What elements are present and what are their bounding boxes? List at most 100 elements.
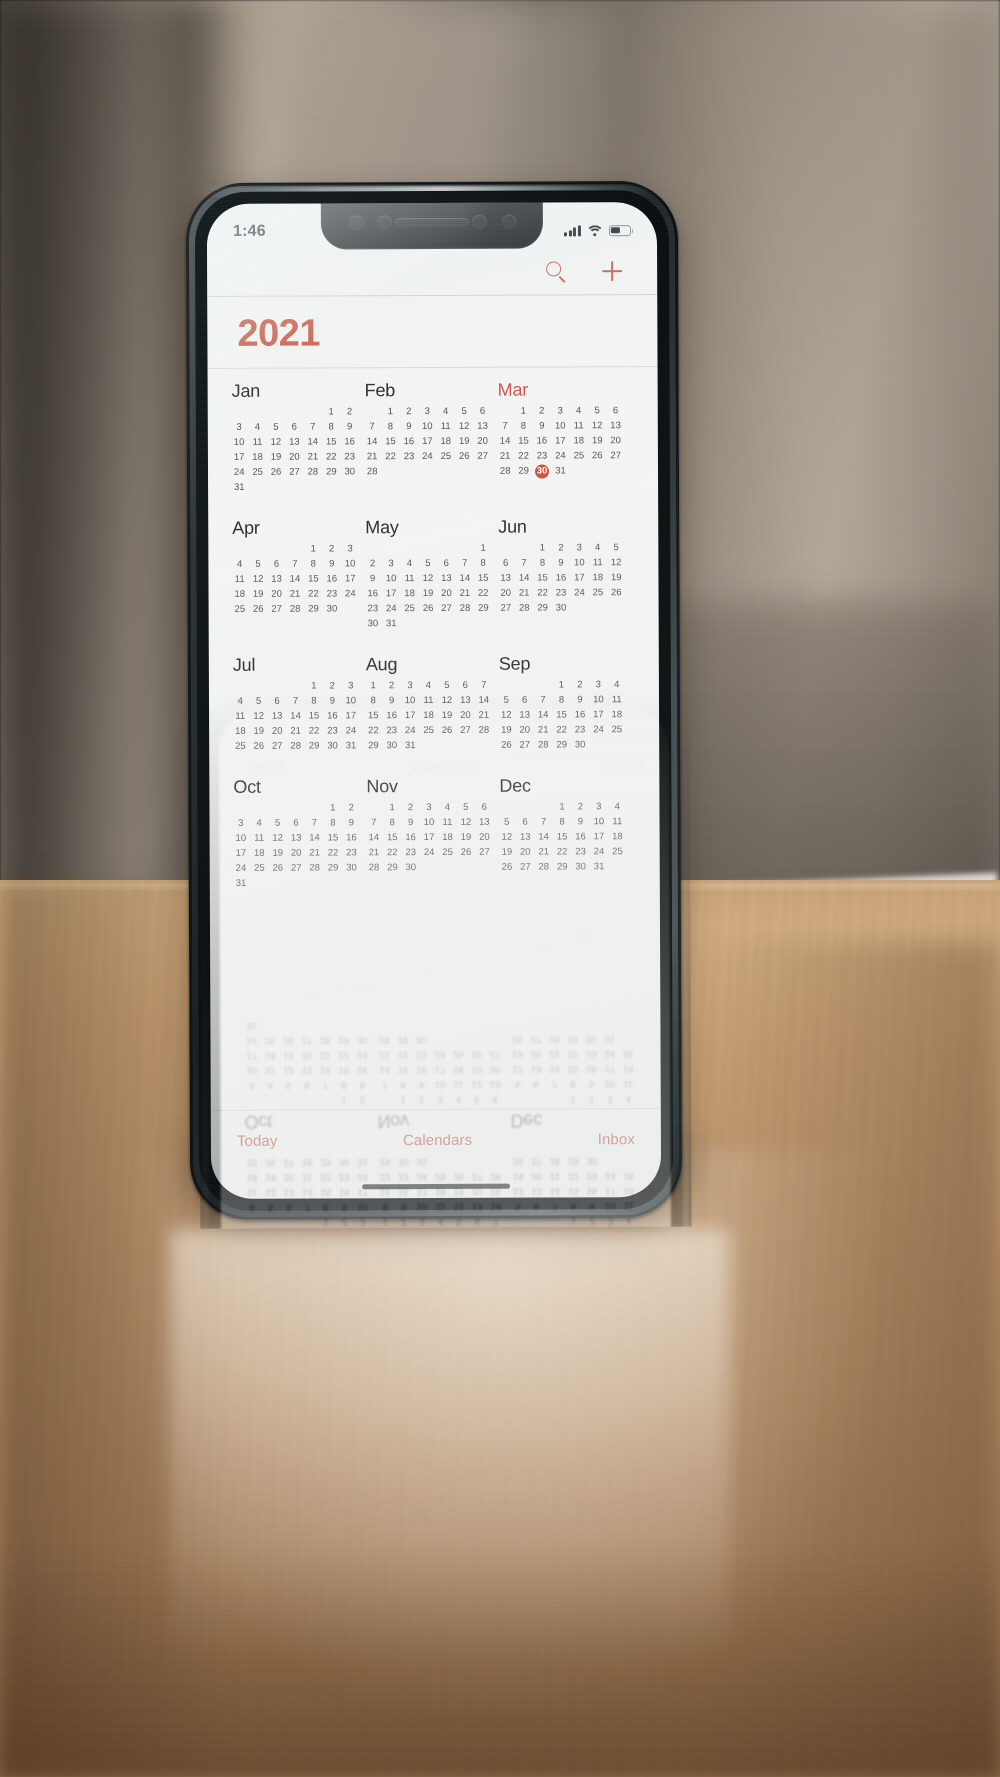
day-cell[interactable]: 25 bbox=[248, 467, 266, 479]
day-cell[interactable]: 5 bbox=[588, 405, 606, 417]
day-cell[interactable]: 1 bbox=[533, 542, 551, 554]
day-cell[interactable]: 27 bbox=[473, 451, 491, 463]
day-cell[interactable]: 22 bbox=[381, 451, 399, 463]
day-cell[interactable]: 10 bbox=[341, 558, 359, 570]
day-cell[interactable]: 25 bbox=[570, 450, 588, 462]
day-cell[interactable]: 14 bbox=[363, 436, 381, 448]
day-cell[interactable]: 28 bbox=[496, 466, 514, 478]
day-cell[interactable]: 23 bbox=[340, 451, 358, 463]
day-cell[interactable]: 29 bbox=[322, 466, 340, 478]
day-cell[interactable]: 18 bbox=[570, 435, 588, 447]
day-cell[interactable]: 24 bbox=[382, 603, 400, 615]
day-cell[interactable]: 18 bbox=[589, 572, 607, 584]
day-cell[interactable]: 11 bbox=[400, 573, 418, 585]
day-cell[interactable]: 26 bbox=[588, 450, 606, 462]
day-cell[interactable]: 1 bbox=[381, 406, 399, 418]
day-cell[interactable]: 28 bbox=[363, 466, 381, 478]
day-cell[interactable]: 2 bbox=[340, 406, 358, 418]
day-cell[interactable]: 29 bbox=[304, 603, 322, 615]
day-cell[interactable]: 7 bbox=[286, 558, 304, 570]
day-cell[interactable]: 12 bbox=[249, 574, 267, 586]
day-cell[interactable]: 20 bbox=[497, 587, 515, 599]
day-cell[interactable]: 9 bbox=[323, 558, 341, 570]
day-cell[interactable]: 8 bbox=[381, 421, 399, 433]
month-block-jun[interactable]: Jun..12345678910111213141516171819202122… bbox=[496, 516, 629, 629]
day-cell[interactable]: 7 bbox=[456, 558, 474, 570]
day-cell[interactable]: 6 bbox=[285, 421, 303, 433]
day-cell[interactable]: 29 bbox=[514, 465, 532, 477]
day-cell[interactable]: 14 bbox=[515, 572, 533, 584]
day-cell[interactable]: 1 bbox=[474, 543, 492, 555]
day-cell[interactable]: 12 bbox=[607, 557, 625, 569]
day-cell[interactable]: 2 bbox=[533, 405, 551, 417]
month-block-feb[interactable]: Feb.123456789101112131415161718192021222… bbox=[363, 380, 496, 493]
day-cell[interactable]: 25 bbox=[437, 451, 455, 463]
day-cell[interactable]: 4 bbox=[400, 558, 418, 570]
day-cell[interactable]: 22 bbox=[322, 451, 340, 463]
day-cell[interactable]: 26 bbox=[455, 451, 473, 463]
day-cell[interactable]: 5 bbox=[607, 542, 625, 554]
day-cell[interactable]: 4 bbox=[588, 542, 606, 554]
day-cell[interactable]: 30 bbox=[364, 618, 382, 630]
day-cell[interactable]: 6 bbox=[496, 557, 514, 569]
day-cell[interactable]: 3 bbox=[382, 558, 400, 570]
day-cell[interactable]: 27 bbox=[437, 603, 455, 615]
day-cell[interactable]: 31 bbox=[382, 618, 400, 630]
day-cell[interactable]: 7 bbox=[496, 421, 514, 433]
day-cell[interactable]: 28 bbox=[456, 603, 474, 615]
day-cell[interactable]: 19 bbox=[455, 436, 473, 448]
day-cell[interactable]: 10 bbox=[382, 573, 400, 585]
day-cell[interactable]: 1 bbox=[514, 405, 532, 417]
day-cell[interactable]: 17 bbox=[570, 572, 588, 584]
day-cell[interactable]: 9 bbox=[363, 573, 381, 585]
day-cell[interactable]: 9 bbox=[400, 421, 418, 433]
month-block-may[interactable]: May......1234567891011121314151617181920… bbox=[363, 517, 496, 630]
day-cell[interactable]: 7 bbox=[363, 421, 381, 433]
day-cell[interactable]: 20 bbox=[473, 436, 491, 448]
day-cell[interactable]: 21 bbox=[496, 451, 514, 463]
day-cell[interactable]: 6 bbox=[473, 406, 491, 418]
day-cell[interactable]: 10 bbox=[418, 421, 436, 433]
day-cell[interactable]: 30 bbox=[341, 466, 359, 478]
day-cell[interactable]: 20 bbox=[437, 588, 455, 600]
day-cell[interactable]: 16 bbox=[340, 436, 358, 448]
day-cell[interactable]: 18 bbox=[231, 589, 249, 601]
day-cell[interactable]: 13 bbox=[285, 436, 303, 448]
day-cell[interactable]: 6 bbox=[437, 558, 455, 570]
day-cell[interactable]: 23 bbox=[364, 603, 382, 615]
day-cell[interactable]: 13 bbox=[496, 572, 514, 584]
day-cell[interactable]: 12 bbox=[267, 437, 285, 449]
day-cell[interactable]: 19 bbox=[419, 588, 437, 600]
day-cell[interactable]: 11 bbox=[569, 420, 587, 432]
day-cell[interactable]: 13 bbox=[606, 420, 624, 432]
day-cell[interactable]: 30 bbox=[552, 602, 570, 614]
day-cell[interactable]: 22 bbox=[514, 450, 532, 462]
day-cell[interactable]: 2 bbox=[363, 558, 381, 570]
day-cell[interactable]: 15 bbox=[533, 572, 551, 584]
day-cell[interactable]: 7 bbox=[303, 421, 321, 433]
day-cell[interactable]: 24 bbox=[570, 587, 588, 599]
day-cell[interactable]: 8 bbox=[322, 421, 340, 433]
day-cell[interactable]: 19 bbox=[607, 572, 625, 584]
month-block-jan[interactable]: Jan.....12345678910111213141516171819202… bbox=[230, 381, 363, 493]
day-cell[interactable]: 18 bbox=[437, 436, 455, 448]
day-cell[interactable]: 5 bbox=[249, 559, 267, 571]
day-cell[interactable]: 11 bbox=[589, 557, 607, 569]
day-cell[interactable]: 11 bbox=[248, 437, 266, 449]
add-event-button[interactable] bbox=[599, 258, 625, 284]
day-cell[interactable]: 29 bbox=[474, 603, 492, 615]
day-cell[interactable]: 19 bbox=[249, 589, 267, 601]
day-cell[interactable]: 27 bbox=[285, 466, 303, 478]
day-cell[interactable]: 25 bbox=[400, 603, 418, 615]
day-cell[interactable]: 20 bbox=[606, 435, 624, 447]
day-cell-today[interactable]: 30 bbox=[533, 465, 551, 477]
day-cell[interactable]: 26 bbox=[267, 467, 285, 479]
day-cell[interactable]: 5 bbox=[419, 558, 437, 570]
day-cell[interactable]: 18 bbox=[248, 452, 266, 464]
day-cell[interactable]: 26 bbox=[419, 603, 437, 615]
day-cell[interactable]: 23 bbox=[533, 450, 551, 462]
day-cell[interactable]: 15 bbox=[381, 436, 399, 448]
day-cell[interactable]: 6 bbox=[267, 558, 285, 570]
day-cell[interactable]: 16 bbox=[364, 588, 382, 600]
day-cell[interactable]: 16 bbox=[552, 572, 570, 584]
